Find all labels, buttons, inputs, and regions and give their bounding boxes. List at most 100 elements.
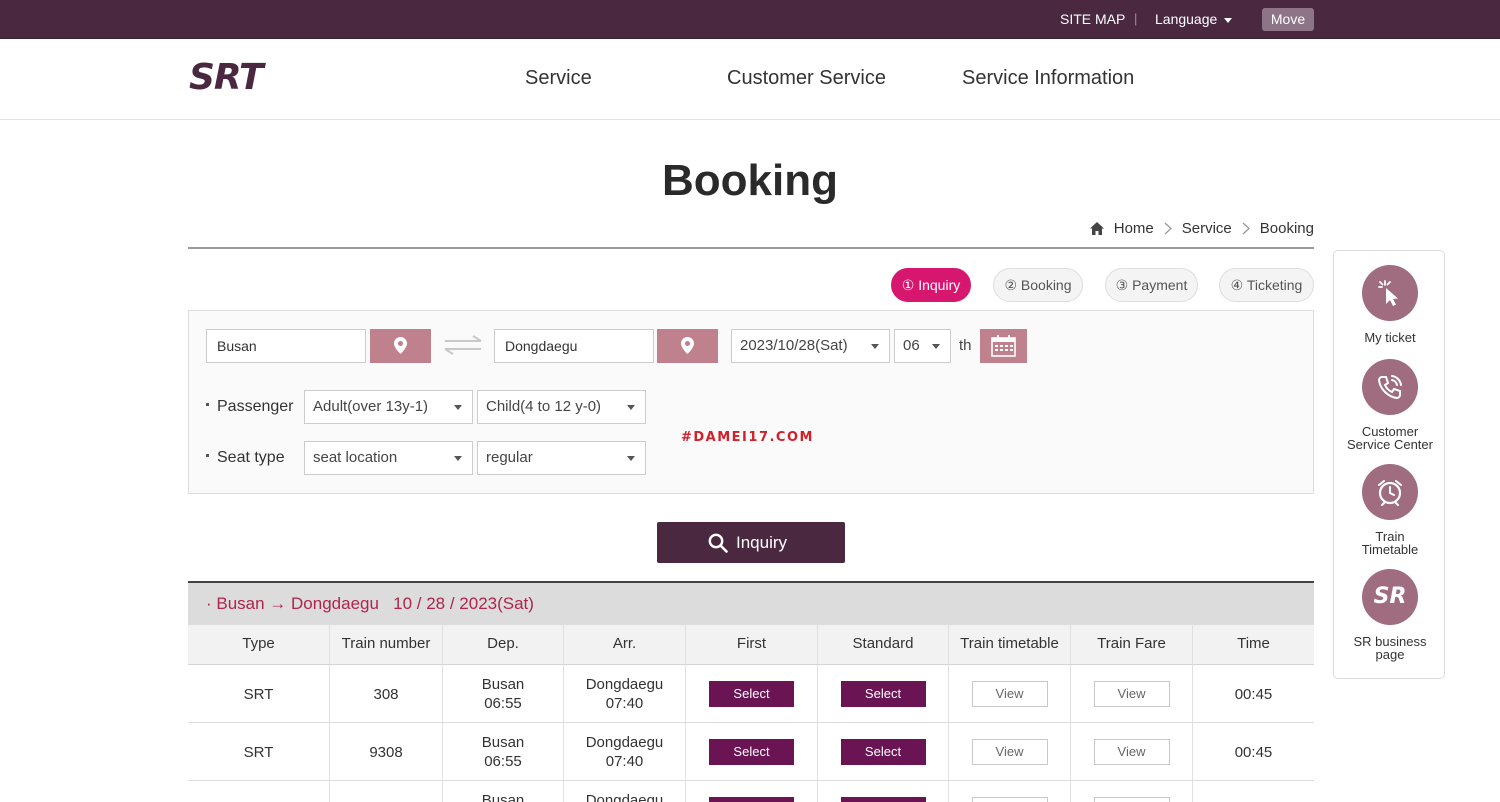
quick-customer-service[interactable]: Customer Service Center <box>1334 359 1446 451</box>
passenger-label: Passenger <box>206 398 294 416</box>
view-fare-button[interactable]: View <box>1093 739 1170 765</box>
topbar-separator: | <box>1134 11 1138 26</box>
srt-logo[interactable]: SRT <box>187 58 299 94</box>
seat-class-select[interactable]: regular <box>477 441 646 475</box>
dep-time: 06:55 <box>484 695 522 712</box>
row-fare <box>1070 781 1192 802</box>
row-departure: Busan <box>442 781 563 802</box>
quick-customer-service-label: Customer Service Center <box>1334 425 1446 451</box>
nav-service[interactable]: Service <box>525 67 592 90</box>
row-timetable: View <box>948 665 1070 723</box>
quick-timetable-line2: Timetable <box>1361 542 1419 557</box>
select-standard-button[interactable]: Select <box>840 739 926 765</box>
quick-sr-business[interactable]: SR SR business page <box>1334 569 1446 661</box>
search-icon <box>708 533 728 553</box>
col-time: Time <box>1192 625 1314 665</box>
table-row: SRT 308 Busan 06:55 Dongdaegu 07:40 Select… <box>188 665 1314 723</box>
dep-time: 06:55 <box>484 753 522 770</box>
watermark-text: #DAMEI17.COM <box>681 430 814 445</box>
title-divider <box>188 247 1314 249</box>
child-select[interactable]: Child(4 to 12 y-0) <box>477 390 646 424</box>
dropdown-arrow-icon <box>932 344 940 349</box>
step-ticketing: ④ Ticketing <box>1219 268 1314 302</box>
breadcrumb: Home Service Booking <box>1089 220 1314 237</box>
quick-my-ticket[interactable]: My ticket <box>1334 265 1446 344</box>
bullet-icon <box>206 403 209 407</box>
quick-customer-line2: Service Center <box>1347 437 1433 452</box>
sr-badge: SR <box>1373 584 1407 609</box>
date-select[interactable]: 2023/10/28(Sat) <box>731 329 890 363</box>
select-first-button[interactable] <box>709 797 794 802</box>
step-inquiry: ① Inquiry <box>891 268 971 302</box>
view-timetable-button[interactable]: View <box>971 739 1048 765</box>
clock-icon <box>1362 464 1418 520</box>
bullet-icon <box>206 454 209 458</box>
table-row: Busan Dongdaegu <box>188 781 1314 802</box>
inquiry-button[interactable]: Inquiry <box>657 522 845 563</box>
dropdown-arrow-icon <box>871 344 879 349</box>
phone-icon <box>1362 359 1418 415</box>
row-time: 00:45 <box>1192 723 1314 781</box>
row-train-number: 308 <box>329 665 442 723</box>
col-arrival: Arr. <box>563 625 685 665</box>
row-standard <box>817 781 948 802</box>
select-standard-button[interactable] <box>840 797 926 802</box>
breadcrumb-home[interactable]: Home <box>1114 220 1154 237</box>
results-table-header: Type Train number Dep. Arr. First Standa… <box>188 625 1314 665</box>
seat-type-label: Seat type <box>206 449 285 467</box>
result-route: · Busan → Dongdaegu <box>206 594 379 613</box>
col-first: First <box>685 625 817 665</box>
view-fare-button[interactable]: View <box>1093 681 1170 707</box>
departure-station-input[interactable]: Busan <box>206 329 366 363</box>
seat-location-value: seat location <box>313 449 398 466</box>
move-button[interactable]: Move <box>1262 8 1314 31</box>
hour-select[interactable]: 06 <box>894 329 951 363</box>
quick-train-timetable[interactable]: Train Timetable <box>1334 464 1446 556</box>
col-type: Type <box>242 635 275 652</box>
sitemap-link[interactable]: SITE MAP <box>1060 11 1125 27</box>
main-header: SRT Service Customer Service Service Inf… <box>0 39 1500 120</box>
arr-station: Dongdaegu <box>585 676 664 693</box>
dropdown-arrow-icon <box>454 405 462 410</box>
view-timetable-button[interactable] <box>971 797 1048 802</box>
row-departure: Busan 06:55 <box>442 665 563 723</box>
calendar-button[interactable] <box>980 329 1027 363</box>
breadcrumb-booking: Booking <box>1259 220 1314 237</box>
row-timetable: View <box>948 723 1070 781</box>
arr-time: 07:40 <box>605 695 644 712</box>
passenger-label-text: Passenger <box>217 398 294 415</box>
select-standard-button[interactable]: Select <box>840 681 926 707</box>
result-date: 10 / 28 / 2023(Sat) <box>393 594 534 613</box>
departure-location-button[interactable] <box>370 329 431 363</box>
dep-station: Busan <box>481 792 525 802</box>
nav-service-information[interactable]: Service Information <box>962 67 1134 90</box>
cursor-click-icon <box>1362 265 1418 321</box>
step-booking: ② Booking <box>993 268 1083 302</box>
view-timetable-button[interactable]: View <box>971 681 1048 707</box>
select-first-button[interactable]: Select <box>709 739 794 765</box>
date-value: 2023/10/28(Sat) <box>740 337 848 354</box>
dropdown-arrow-icon <box>627 456 635 461</box>
adult-select[interactable]: Adult(over 13y-1) <box>304 390 473 424</box>
map-pin-icon <box>681 337 694 354</box>
hour-suffix: th <box>959 337 972 354</box>
arr-station: Dongdaegu <box>585 792 664 802</box>
adult-value: Adult(over 13y-1) <box>313 398 429 415</box>
arrival-location-button[interactable] <box>657 329 718 363</box>
page-title: Booking <box>662 156 838 205</box>
swap-stations-icon[interactable] <box>443 335 483 355</box>
chevron-right-icon <box>1164 222 1172 235</box>
view-fare-button[interactable] <box>1093 797 1170 802</box>
select-first-button[interactable]: Select <box>709 681 794 707</box>
row-train-number: 9308 <box>329 723 442 781</box>
breadcrumb-service[interactable]: Service <box>1182 220 1232 237</box>
language-dropdown[interactable]: Language <box>1155 11 1233 27</box>
seat-location-select[interactable]: seat location <box>304 441 473 475</box>
row-type: SRT <box>243 743 274 761</box>
arrival-station-input[interactable]: Dongdaegu <box>494 329 654 363</box>
row-departure: Busan 06:55 <box>442 723 563 781</box>
nav-customer-service[interactable]: Customer Service <box>727 67 886 90</box>
dep-station: Busan <box>481 676 525 693</box>
dep-station: Busan <box>481 734 525 751</box>
map-pin-icon <box>394 337 407 354</box>
